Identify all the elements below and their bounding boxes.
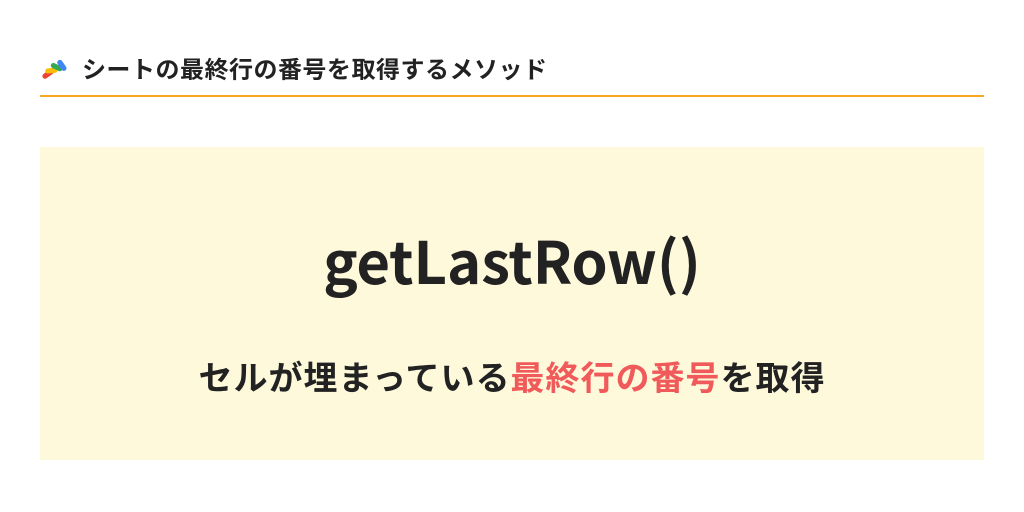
header-section: シートの最終行の番号を取得するメソッド <box>40 50 984 97</box>
method-description: セルが埋まっている最終行の番号を取得 <box>80 351 944 400</box>
apps-script-icon <box>40 54 68 82</box>
header-title: シートの最終行の番号を取得するメソッド <box>82 50 548 85</box>
method-name: getLastRow() <box>80 217 944 301</box>
desc-suffix: を取得 <box>720 351 825 400</box>
desc-highlight: 最終行の番号 <box>510 351 720 400</box>
desc-prefix: セルが埋まっている <box>199 351 511 400</box>
method-highlight-box: getLastRow() セルが埋まっている最終行の番号を取得 <box>40 147 984 460</box>
